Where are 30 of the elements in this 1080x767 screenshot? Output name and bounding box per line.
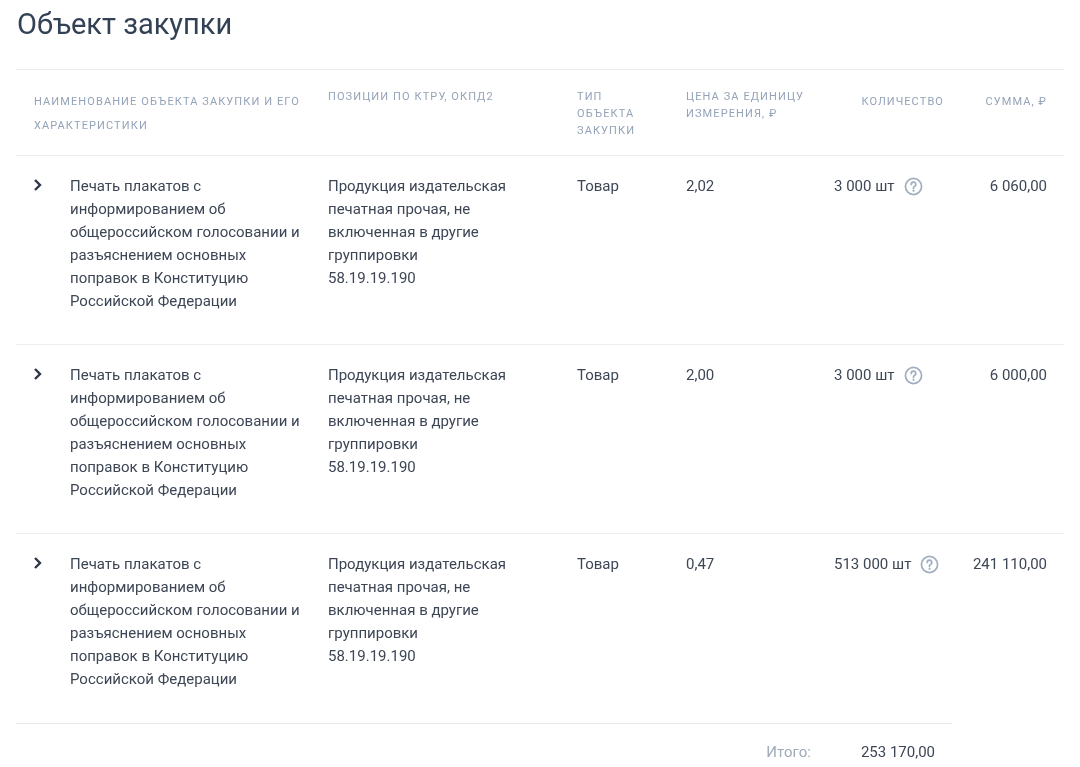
section-title: Объект закупки (16, 6, 234, 43)
line-sum: 6 000,00 (989, 366, 1047, 384)
column-header: КОЛИЧЕСТВО (861, 95, 944, 108)
position-code: 58.19.19.190 (328, 457, 417, 478)
item-name: Печать плакатов с информированием об общероссийском голосовании и разъяснением основных поправок в Конституцию Российской Федерации (70, 555, 300, 688)
position-code: 58.19.19.190 (328, 268, 417, 289)
total-label: Итого: (766, 742, 811, 764)
position-name: Продукция издательская печатная прочая, не включенная в другие группировки (328, 554, 508, 644)
column-header: СУММА, ₽ (985, 95, 1047, 108)
item-type: Товар (577, 555, 619, 573)
column-header: ТИП ОБЪЕКТА ЗАКУПКИ (577, 89, 637, 139)
unit-price: 2,02 (686, 177, 715, 195)
line-sum: 6 060,00 (989, 177, 1047, 195)
position-name: Продукция издательская печатная прочая, не включенная в другие группировки (328, 365, 508, 455)
quantity: 3 000 шт (834, 365, 895, 386)
item-type: Товар (577, 177, 619, 195)
quantity: 3 000 шт (834, 176, 895, 197)
item-name: Печать плакатов с информированием об общероссийском голосовании и разъяснением основных поправок в Конституцию Российской Федерации (70, 366, 300, 499)
item-name: Печать плакатов с информированием об общероссийском голосовании и разъяснением основных поправок в Конституцию Российской Федерации (70, 177, 300, 310)
unit-price: 2,00 (686, 366, 715, 384)
total-value: 253 170,00 (860, 742, 935, 764)
line-sum: 241 110,00 (972, 555, 1047, 573)
unit-price: 0,47 (686, 555, 715, 573)
column-header: ПОЗИЦИИ ПО КТРУ, ОКПД2 (328, 89, 495, 105)
position-name: Продукция издательская печатная прочая, не включенная в другие группировки (328, 176, 508, 266)
item-type: Товар (577, 366, 619, 384)
quantity: 513 000 шт (834, 554, 912, 575)
column-header: ЦЕНА ЗА ЕДИНИЦУ ИЗМЕРЕНИЯ, ₽ (686, 89, 806, 122)
position-code: 58.19.19.190 (328, 646, 417, 667)
column-header: НАИМЕНОВАНИЕ ОБЪЕКТА ЗАКУПКИ И ЕГО ХАРАКТЕРИСТИКИ (34, 95, 300, 132)
